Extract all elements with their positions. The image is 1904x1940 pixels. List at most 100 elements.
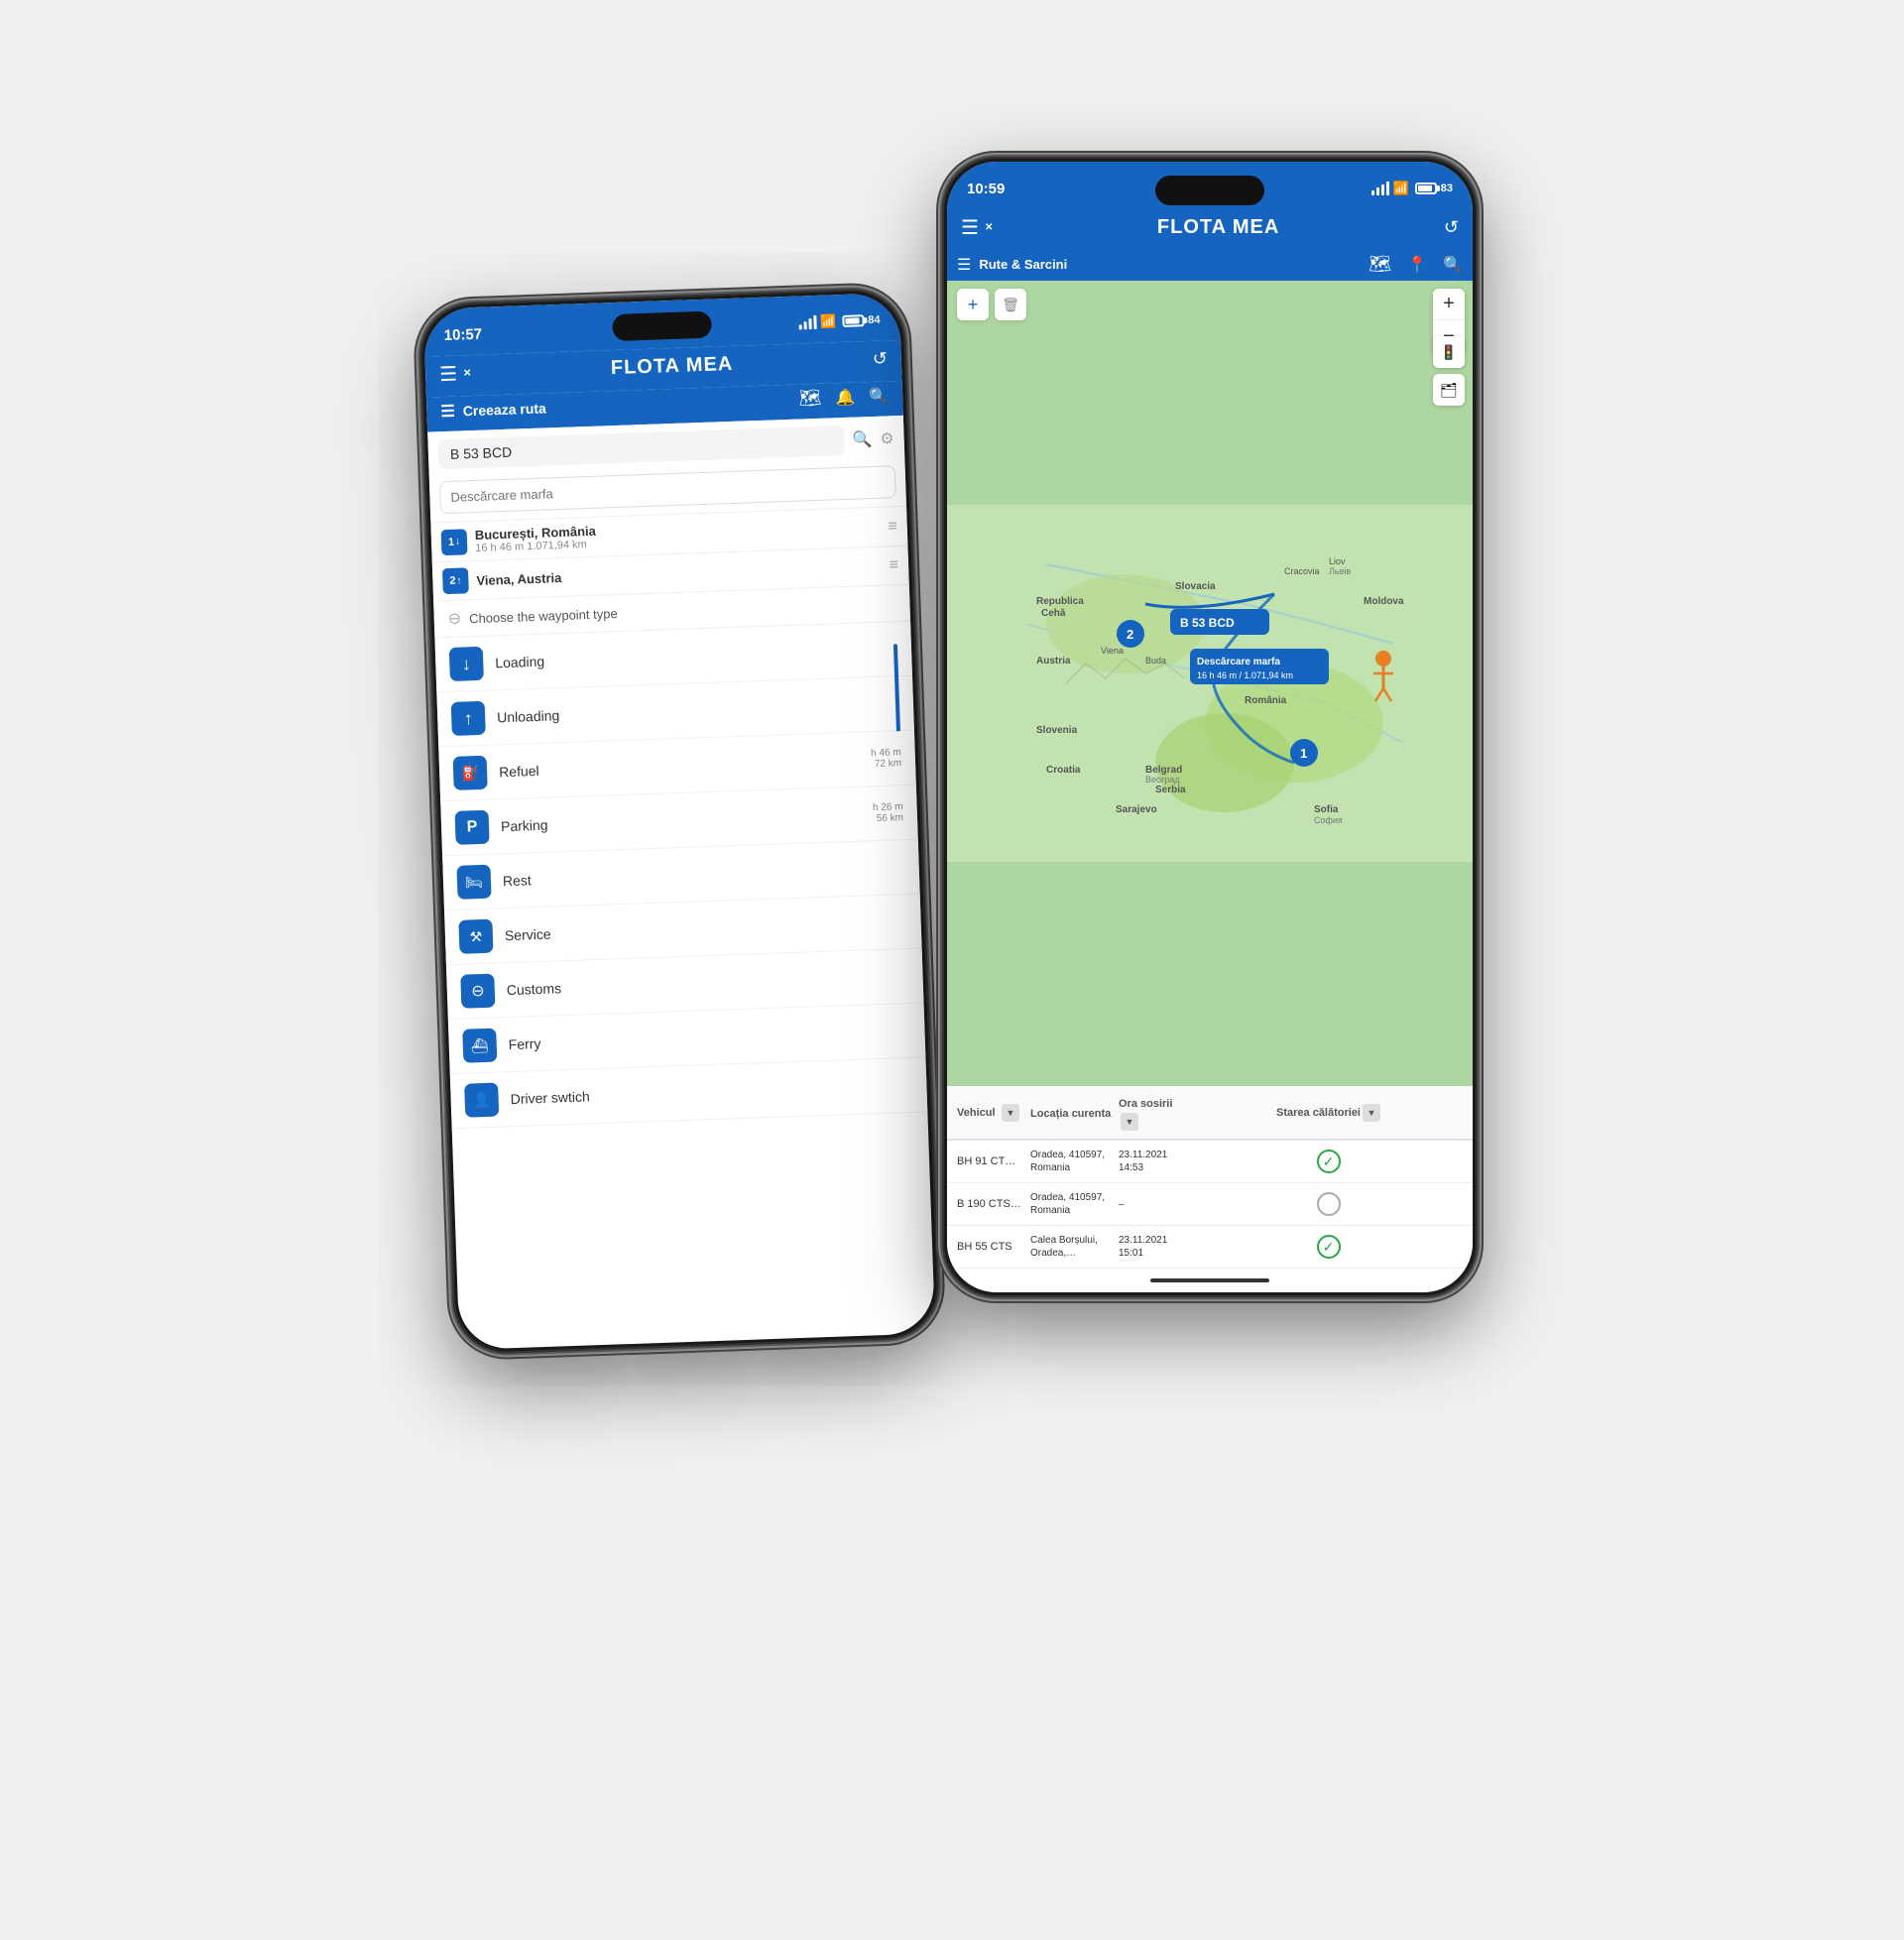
- td-loc-2-text: Oradea, 410597, Romania: [1030, 1191, 1115, 1217]
- dynamic-island-left: [612, 311, 712, 341]
- parking-label: Parking: [501, 817, 548, 835]
- map-icon-left[interactable]: 🗺: [798, 388, 822, 410]
- sub-title-left: Creeaza ruta: [462, 400, 546, 419]
- map-plus-btn[interactable]: +: [1433, 289, 1465, 320]
- svg-text:Львів: Львів: [1329, 566, 1351, 576]
- map-ctrl-bar: ☰ Rute & Sarcini 🗺 📍 🔍: [947, 250, 1473, 281]
- minus-circle-icon: ⊖: [447, 609, 461, 629]
- filter-vehicle-icon[interactable]: ▼: [1002, 1104, 1019, 1122]
- scene: 10:57 📶 84: [407, 77, 1497, 1863]
- right-app-header: ☰ ✕ FLOTA MEA ↺: [947, 209, 1473, 250]
- hamburger-icon-left[interactable]: ☰: [440, 401, 455, 421]
- signal-bars-right: [1371, 182, 1389, 195]
- refuel-label: Refuel: [499, 763, 539, 780]
- td-status-3: ✓: [1194, 1235, 1463, 1259]
- battery-left: [842, 314, 864, 327]
- status-icons-right: 📶 83: [1371, 181, 1453, 196]
- svg-text:Slovenia: Slovenia: [1036, 725, 1078, 736]
- svg-text:16 h 46 m / 1.071,94 km: 16 h 46 m / 1.071,94 km: [1197, 670, 1293, 680]
- svg-text:Liov: Liov: [1329, 556, 1346, 566]
- map-sub-title: Rute & Sarcini: [979, 257, 1067, 272]
- svg-text:Sofia: Sofia: [1314, 804, 1339, 815]
- bell-icon-left[interactable]: 🔔: [835, 387, 856, 408]
- refresh-icon-right[interactable]: ↺: [1444, 217, 1459, 238]
- menu-icon-left[interactable]: ☰: [439, 362, 458, 388]
- table-section: Vehicul ▼ Locația curenta Ora sosirii ▼ …: [947, 1086, 1473, 1292]
- ferry-icon: ⛴: [462, 1029, 497, 1063]
- settings-btn-left[interactable]: ⚙: [880, 428, 894, 448]
- map-ctrl-icons: 🗺 📍 🔍: [1368, 254, 1463, 275]
- td-loc-1: Oradea, 410597, Romania: [1030, 1149, 1115, 1174]
- app-title-left: FLOTA MEA: [471, 348, 873, 385]
- right-phone: 10:59 📶 83: [942, 157, 1478, 1297]
- td-loc-2: Oradea, 410597, Romania: [1030, 1191, 1115, 1217]
- filter-status-icon[interactable]: ▼: [1363, 1104, 1380, 1122]
- search-icon-left[interactable]: 🔍: [869, 386, 890, 407]
- td-loc-3-text: Calea Borșului, Oradea,…: [1030, 1234, 1115, 1260]
- desc-input-left[interactable]: [439, 465, 896, 514]
- location-pin-icon[interactable]: 📍: [1407, 255, 1427, 275]
- svg-text:Sarajevo: Sarajevo: [1116, 804, 1157, 815]
- wp-type-header-label: Choose the waypoint type: [469, 606, 618, 626]
- signal-bar-r3: [1381, 184, 1384, 195]
- ferry-label: Ferry: [508, 1035, 540, 1052]
- signal-bar-1: [798, 324, 801, 329]
- map-view-icon[interactable]: 🗺: [1368, 254, 1391, 275]
- status-ok-1: ✓: [1317, 1150, 1341, 1173]
- td-time-3-text: 23.11.2021 15:01: [1119, 1234, 1190, 1260]
- menu-icon-right[interactable]: ☰: [961, 215, 979, 240]
- right-phone-inner: 10:59 📶 83: [947, 162, 1473, 1292]
- close-icon-right[interactable]: ✕: [985, 222, 993, 233]
- wp-sort-1: ≡: [888, 518, 897, 536]
- search-icon-right[interactable]: 🔍: [1443, 255, 1463, 275]
- add-btn[interactable]: +: [957, 289, 989, 320]
- th-vehicle: Vehicul ▼: [957, 1103, 1026, 1122]
- parking-time: h 26 m56 km: [873, 801, 903, 824]
- parking-icon: P: [455, 810, 490, 845]
- refresh-icon-left[interactable]: ↺: [872, 348, 888, 370]
- refuel-icon: ⛽: [453, 756, 488, 790]
- battery-fill-left: [845, 317, 860, 323]
- dynamic-island-right: [1155, 176, 1264, 205]
- table-row-3[interactable]: BH 55 CTS Calea Borșului, Oradea,… 23.11…: [947, 1226, 1473, 1269]
- delete-btn[interactable]: 🗑: [995, 289, 1026, 320]
- svg-text:Cehă: Cehă: [1041, 608, 1066, 619]
- td-vehicle-2: B 190 CTS…: [957, 1198, 1026, 1210]
- add-delete-btns: + 🗑: [957, 289, 1026, 320]
- left-sub-header-icons: 🗺 🔔 🔍: [798, 385, 889, 409]
- driver-switch-icon: 👤: [464, 1083, 499, 1118]
- th-loc: Locația curenta: [1030, 1104, 1115, 1122]
- filter-time-icon[interactable]: ▼: [1121, 1113, 1138, 1131]
- hamburger-map[interactable]: ☰: [957, 255, 971, 275]
- svg-text:София: София: [1314, 815, 1343, 825]
- rest-label: Rest: [503, 872, 532, 889]
- wp-text-2: Viena, Austria: [476, 558, 882, 587]
- search-btn-left[interactable]: 🔍: [852, 429, 873, 450]
- td-loc-3: Calea Borșului, Oradea,…: [1030, 1234, 1115, 1260]
- td-vehicle-3: BH 55 CTS: [957, 1241, 1026, 1253]
- customs-label: Customs: [507, 980, 562, 998]
- map-traffic-btn[interactable]: 🚦: [1433, 336, 1465, 368]
- rest-icon: 🛏: [456, 865, 491, 900]
- signal-bar-r2: [1376, 187, 1379, 195]
- signal-bar-2: [803, 321, 806, 329]
- signal-bar-4: [813, 315, 816, 329]
- svg-text:Moldova: Moldova: [1364, 596, 1404, 607]
- wp-sort-2: ≡: [889, 556, 898, 574]
- service-label: Service: [505, 926, 551, 944]
- battery-pct-right: 83: [1441, 182, 1453, 194]
- table-row-1[interactable]: BH 91 CT… Oradea, 410597, Romania 23.11.…: [947, 1141, 1473, 1183]
- td-time-2-text: –: [1119, 1199, 1190, 1210]
- map-section: Republica Cehă Slovacia Austria Slovenia…: [947, 281, 1473, 1086]
- svg-text:1: 1: [1300, 746, 1307, 761]
- th-time: Ora sosirii ▼: [1119, 1094, 1190, 1131]
- table-row-2[interactable]: B 190 CTS… Oradea, 410597, Romania –: [947, 1183, 1473, 1226]
- map-layer-btn[interactable]: 🗂: [1433, 374, 1465, 406]
- unloading-label: Unloading: [497, 707, 560, 725]
- wifi-icon-left: 📶: [820, 313, 837, 330]
- wp-badge-1: 1↓: [441, 529, 468, 555]
- th-status: Starea călătoriei ▼: [1194, 1104, 1463, 1122]
- svg-text:Republica: Republica: [1036, 596, 1084, 607]
- battery-pct-left: 84: [868, 314, 881, 326]
- td-time-2: –: [1119, 1199, 1190, 1210]
